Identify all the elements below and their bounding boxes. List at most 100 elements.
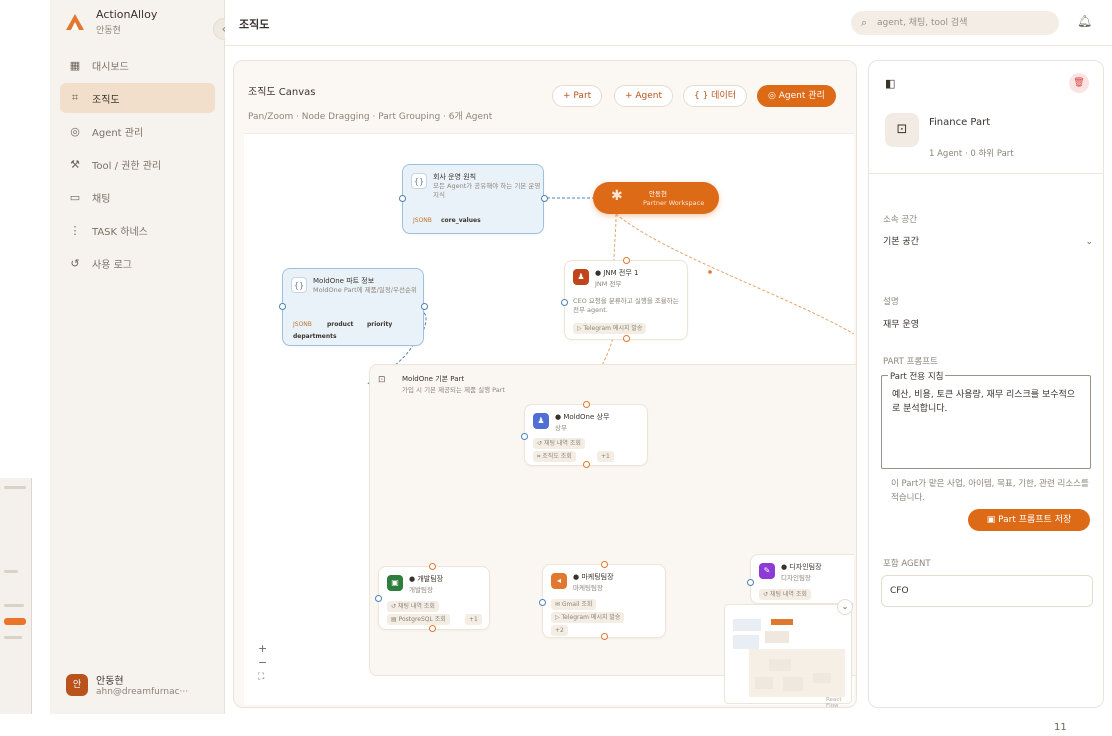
flow-canvas[interactable]: ⊡ MoldOne 기본 Part 가입 시 기본 제공되는 제품 실행 Par… [244, 133, 856, 707]
node-chip-key: product [327, 321, 354, 328]
tool-chip: ⌗ 조직도 조회 [533, 451, 576, 462]
tool-chip-more: +1 [597, 451, 614, 462]
space-select-value: 기본 공간 [883, 237, 919, 247]
node-title: ● JNM 전무 1 [595, 269, 639, 277]
robot-icon: ◎ [768, 91, 779, 101]
brand-user: 안동현 [96, 26, 121, 36]
node-handle[interactable] [375, 595, 382, 602]
zoom-in-button[interactable]: + [258, 642, 267, 656]
sidebar-item-org-chart[interactable]: ⌗ 조직도 [60, 83, 215, 113]
node-title: 안동현 [649, 190, 667, 198]
node-title: ● 디자인팀장 [781, 563, 822, 571]
agent-node-design-lead[interactable]: ✎ ● 디자인팀장 디자인팀장 ↺ 채팅 내역 조회 [747, 554, 854, 604]
sidebar-item-label: 조직도 [92, 94, 120, 106]
brand[interactable]: ActionAlloy 안동현 [64, 8, 157, 36]
user-profile[interactable]: 안 안동현 ahn@dreamfurnac··· [66, 672, 206, 697]
zoom-out-button[interactable]: − [258, 656, 267, 670]
sidebar-item-agent-management[interactable]: ◎ Agent 관리 [60, 116, 215, 146]
sidebar-item-tool-permissions[interactable]: ⚒ Tool / 권한 관리 [60, 149, 215, 179]
node-title: ● 개발팀장 [409, 575, 444, 583]
tool-chip-more: +1 [465, 614, 482, 625]
node-handle[interactable] [601, 633, 608, 640]
agent-node-marketing-lead[interactable]: ◂ ● 마케팅팀장 마케팅팀장 ✉ Gmail 조회 ▷ Telegram 메시… [539, 561, 666, 640]
node-handle[interactable] [399, 195, 406, 202]
sidebar-item-label: Tool / 권한 관리 [92, 160, 162, 172]
tool-chip: ▷ Telegram 메시지 발송 [551, 612, 625, 623]
asterisk-icon: ✱ [611, 188, 623, 204]
root-node-workspace[interactable]: ✱ 안동현 Partner Workspace [593, 182, 719, 214]
node-chip-key: core_values [441, 217, 481, 224]
panel-toggle-icon[interactable]: ◧ [885, 77, 895, 90]
canvas-subtitle: Pan/Zoom · Node Dragging · Part Grouping… [248, 112, 493, 122]
org-chart-icon: ⌗ [71, 91, 79, 104]
agent-avatar-icon: ♟ [573, 269, 589, 285]
data-node-moldone-info[interactable]: {} MoldOne 파트 정보 MoldOne Part에 제품/일정/우선순… [279, 268, 428, 346]
org-canvas-card: 조직도 Canvas Pan/Zoom · Node Dragging · Pa… [233, 60, 857, 708]
node-handle[interactable] [583, 401, 590, 408]
prompt-hint: 이 Part가 맡은 사업, 아이템, 목표, 기한, 관련 리소스를 적습니다… [891, 479, 1089, 503]
side-thumbnail [0, 478, 32, 714]
agent-node-moldone-exec[interactable]: ♟ ● MoldOne 상무 상무 ↺ 채팅 내역 조회 ⌗ 조직도 조회 +1 [521, 401, 648, 468]
robot-icon: ◎ [70, 124, 80, 138]
sidebar-item-chat[interactable]: ▭ 채팅 [60, 182, 215, 212]
node-handle[interactable] [623, 257, 630, 264]
user-email: ahn@dreamfurnac··· [96, 687, 189, 697]
agent-avatar-icon: ♟ [533, 413, 549, 429]
sidebar-item-usage-log[interactable]: ↺ 사용 로그 [60, 248, 215, 278]
description-value[interactable]: 재무 운영 [883, 317, 919, 330]
agents-label: 포함 AGENT [883, 559, 931, 569]
add-part-button[interactable]: + Part [552, 85, 603, 107]
space-select[interactable]: 기본 공간 ⌄ [883, 231, 1093, 253]
node-title: ● 마케팅팀장 [573, 573, 614, 581]
agent-node-jnm[interactable]: ♟ ● JNM 전무 1 JNM 전무 CEO 요청을 분류하고 실행을 조율하… [561, 257, 688, 342]
top-header: 조직도 ⌕ agent, 채팅, tool 검색 🔔︎ [225, 0, 1112, 46]
node-handle[interactable] [541, 195, 548, 202]
node-handle[interactable] [279, 303, 286, 310]
part-detail-panel: ◧ 🗑︎ ⊡ Finance Part 1 Agent · 0 하위 Part … [868, 60, 1104, 708]
fit-view-button[interactable]: ⛶ [258, 670, 267, 684]
agent-node-dev-lead[interactable]: ▣ ● 개발팀장 개발팀장 ↺ 채팅 내역 조회 ▤ PostgreSQL 조회… [375, 563, 490, 632]
node-handle[interactable] [747, 579, 754, 586]
node-handle[interactable] [583, 461, 590, 468]
agent-management-label: Agent 관리 [778, 91, 825, 101]
avatar: 안 [66, 673, 88, 696]
node-title: ● MoldOne 상무 [555, 413, 610, 421]
part-meta: 1 Agent · 0 하위 Part [929, 149, 1014, 159]
bell-icon[interactable]: 🔔︎ [1077, 14, 1092, 28]
node-subtitle: 개발팀장 [409, 586, 433, 594]
agent-management-button[interactable]: ◎ Agent 관리 [757, 85, 836, 107]
node-handle[interactable] [429, 563, 436, 570]
data-node-company-values[interactable]: {} 회사 운영 원칙 모든 Agent가 공유해야 하는 기본 운영 지식 J… [399, 164, 548, 234]
node-handle[interactable] [539, 599, 546, 606]
chevron-down-icon[interactable]: ⌄ [837, 599, 853, 615]
search-input[interactable]: ⌕ agent, 채팅, tool 검색 [851, 11, 1059, 35]
canvas-title: 조직도 Canvas [248, 87, 316, 98]
node-description: MoldOne Part에 제품/일정/우선순위 [313, 286, 417, 294]
add-agent-button[interactable]: + Agent [614, 85, 674, 107]
node-handle[interactable] [429, 625, 436, 632]
node-handle[interactable] [623, 335, 630, 342]
node-handle[interactable] [561, 299, 568, 306]
trash-icon[interactable]: 🗑︎ [1069, 73, 1089, 93]
sidebar-item-dashboard[interactable]: ▦ 대시보드 [60, 50, 215, 80]
brand-name: ActionAlloy [96, 8, 158, 21]
node-handle[interactable] [601, 561, 608, 568]
node-handle[interactable] [521, 433, 528, 440]
sidebar-item-task-harness[interactable]: ⋮ TASK 하네스 [60, 215, 215, 245]
minimap[interactable]: ⌄ [724, 599, 853, 704]
included-agent-item[interactable]: CFO [881, 575, 1093, 607]
sidebar-item-label: 채팅 [92, 193, 111, 205]
node-handle[interactable] [421, 303, 428, 310]
chevron-down-icon: ⌄ [1085, 237, 1093, 247]
part-prompt-field[interactable]: Part 전용 지침 예산, 비용, 토큰 사용량, 재무 리스크를 보수적으로… [881, 370, 1091, 469]
tool-chip-more: +2 [551, 625, 568, 636]
node-subtitle: Partner Workspace [643, 199, 705, 207]
data-button[interactable]: { } 데이터 [683, 85, 748, 107]
history-icon: ↺ [70, 256, 80, 270]
user-name: 안동현 [96, 676, 124, 687]
tool-chip: ↺ 채팅 내역 조회 [533, 438, 585, 449]
sidebar-item-label: 사용 로그 [92, 259, 132, 271]
tool-chip: ▷ Telegram 메시지 발송 [573, 323, 647, 334]
page-title: 조직도 [239, 18, 270, 31]
save-part-prompt-button[interactable]: ▣ Part 프롬프트 저장 [968, 509, 1090, 531]
